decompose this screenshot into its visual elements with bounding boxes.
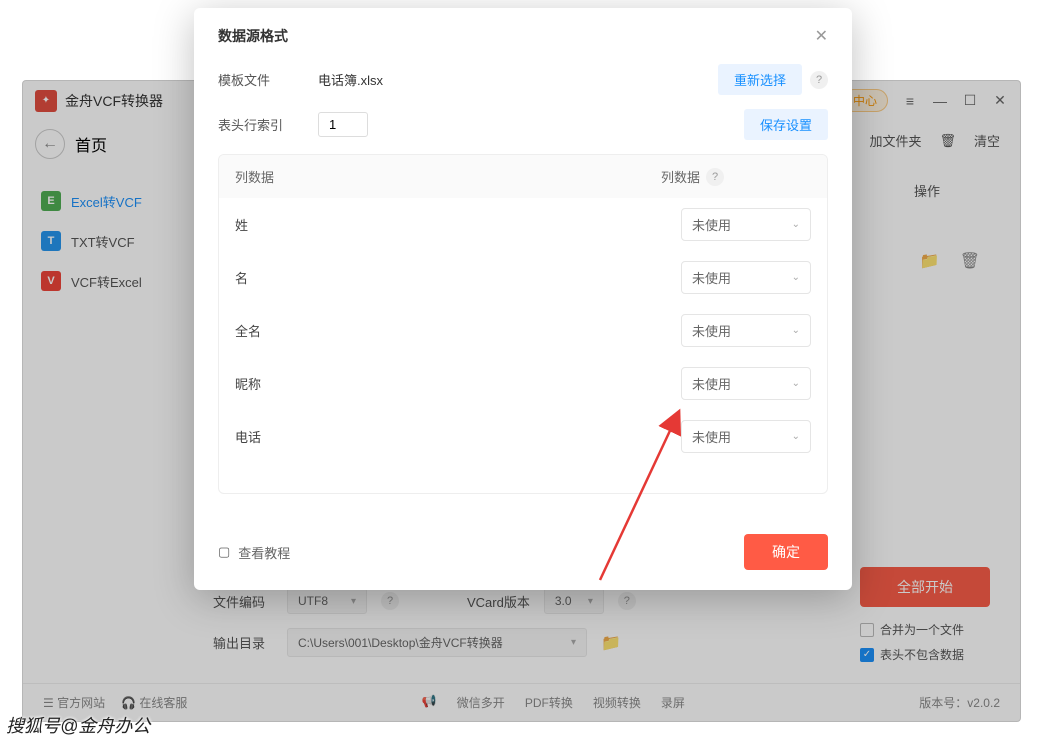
help-icon[interactable]: ? [381, 592, 399, 610]
chevron-down-icon: ▾ [588, 596, 593, 607]
start-all-button[interactable]: 全部开始 [860, 567, 990, 607]
right-column: 全部开始 合并为一个文件 ✓ 表头不包含数据 [860, 567, 990, 671]
confirm-button[interactable]: 确定 [744, 534, 828, 570]
trash-icon: 🗑 [939, 133, 956, 149]
open-folder-icon[interactable]: 📁 [920, 251, 940, 271]
data-source-format-modal: 数据源格式 ✕ 模板文件 电话簿.xlsx 重新选择 ? 表头行索引 1 保存设… [194, 8, 852, 590]
sidebar-item-label: TXT转VCF [71, 232, 135, 251]
modal-close-button[interactable]: ✕ [815, 26, 828, 46]
col-name: 姓 [235, 215, 681, 234]
sidebar-item-excel-to-vcf[interactable]: E Excel转VCF [33, 181, 183, 221]
col-name: 名 [235, 268, 681, 287]
chevron-down-icon: ⌄ [792, 431, 800, 442]
reselect-button[interactable]: 重新选择 [718, 64, 802, 95]
customer-service-link[interactable]: 在线客服 [139, 696, 187, 710]
table-row: 电话 未使用⌄ [219, 410, 827, 493]
chevron-down-icon: ⌄ [792, 219, 800, 230]
merge-label: 合并为一个文件 [880, 621, 964, 638]
col-mapping-select[interactable]: 未使用⌄ [681, 208, 811, 241]
breadcrumb: ← 首页 [35, 129, 107, 159]
add-folder-button[interactable]: 加文件夹 [869, 131, 921, 150]
encoding-label: 文件编码 [213, 592, 273, 611]
col-mapping-select[interactable]: 未使用⌄ [681, 367, 811, 400]
close-icon[interactable]: ✕ [992, 93, 1008, 109]
maximize-icon[interactable]: ☐ [962, 93, 978, 109]
column-ops-header: 操作 [914, 181, 940, 200]
col-name: 全名 [235, 321, 681, 340]
table-header-col1: 列数据 [235, 167, 661, 186]
sidebar-item-txt-to-vcf[interactable]: T TXT转VCF [33, 221, 183, 261]
table-header-col2: 列数据 [661, 167, 700, 186]
col-mapping-select[interactable]: 未使用⌄ [681, 314, 811, 347]
chevron-down-icon: ⌄ [792, 378, 800, 389]
browse-folder-icon[interactable]: 📁 [601, 633, 621, 653]
sidebar-item-label: Excel转VCF [71, 192, 142, 211]
template-file-label: 模板文件 [218, 70, 298, 89]
version-label: 版本号：v2.0.2 [919, 694, 1000, 711]
footer-link[interactable]: 录屏 [661, 694, 685, 711]
menu-icon[interactable]: ≡ [902, 93, 918, 109]
col-mapping-select[interactable]: 未使用⌄ [681, 261, 811, 294]
help-icon[interactable]: ? [706, 168, 724, 186]
footer: ☰ 官方网站 🎧 在线客服 📢 微信多开 PDF转换 视频转换 录屏 版本号：v… [23, 683, 1020, 721]
watermark: 搜狐号@金舟办公 [6, 712, 150, 738]
vcf-icon: V [41, 271, 61, 291]
sidebar-item-vcf-to-excel[interactable]: V VCF转Excel [33, 261, 183, 301]
book-icon: ▢ [218, 544, 230, 560]
promo-icon: 📢 [422, 694, 437, 711]
merge-checkbox[interactable] [860, 623, 874, 637]
no-header-checkbox[interactable]: ✓ [860, 648, 874, 662]
sidebar-item-label: VCF转Excel [71, 272, 142, 291]
col-name: 昵称 [235, 374, 681, 393]
vcard-version-select[interactable]: 3.0▾ [544, 588, 604, 614]
annotation-arrow-icon [600, 410, 720, 595]
encoding-select[interactable]: UTF8▾ [287, 588, 367, 614]
modal-title: 数据源格式 [218, 26, 288, 46]
footer-link[interactable]: 微信多开 [457, 694, 505, 711]
minimize-icon[interactable]: — [932, 93, 948, 109]
footer-link[interactable]: 视频转换 [593, 694, 641, 711]
sidebar: E Excel转VCF T TXT转VCF V VCF转Excel [23, 121, 193, 721]
outdir-label: 输出目录 [213, 633, 273, 652]
chevron-down-icon: ⌄ [792, 272, 800, 283]
view-tutorial-link[interactable]: ▢ 查看教程 [218, 543, 290, 562]
table-row: 名 未使用⌄ [219, 251, 827, 304]
table-row: 全名 未使用⌄ [219, 304, 827, 357]
txt-icon: T [41, 231, 61, 251]
no-header-label: 表头不包含数据 [880, 646, 964, 663]
header-index-input[interactable]: 1 [318, 112, 368, 137]
official-site-link[interactable]: 官方网站 [57, 696, 105, 710]
header-index-label: 表头行索引 [218, 115, 298, 134]
app-logo-icon: ✦ [35, 90, 57, 112]
row-delete-icon[interactable]: 🗑 [960, 251, 980, 271]
help-icon[interactable]: ? [810, 71, 828, 89]
table-row: 昵称 未使用⌄ [219, 357, 827, 410]
clear-button[interactable]: 清空 [974, 131, 1000, 150]
back-button[interactable]: ← [35, 129, 65, 159]
excel-icon: E [41, 191, 61, 211]
chevron-down-icon: ▾ [571, 637, 576, 648]
table-row: 姓 未使用⌄ [219, 198, 827, 251]
footer-link[interactable]: PDF转换 [525, 694, 573, 711]
template-file-value: 电话簿.xlsx [318, 70, 383, 89]
column-mapping-table: 列数据 列数据 ? 姓 未使用⌄ 名 未使用⌄ 全名 未使用⌄ 昵称 [218, 154, 828, 494]
chevron-down-icon: ⌄ [792, 325, 800, 336]
save-settings-button[interactable]: 保存设置 [744, 109, 828, 140]
outdir-select[interactable]: C:\Users\001\Desktop\金舟VCF转换器▾ [287, 628, 587, 657]
vcard-label: VCard版本 [467, 592, 530, 611]
home-label: 首页 [75, 132, 107, 156]
chevron-down-icon: ▾ [351, 596, 356, 607]
